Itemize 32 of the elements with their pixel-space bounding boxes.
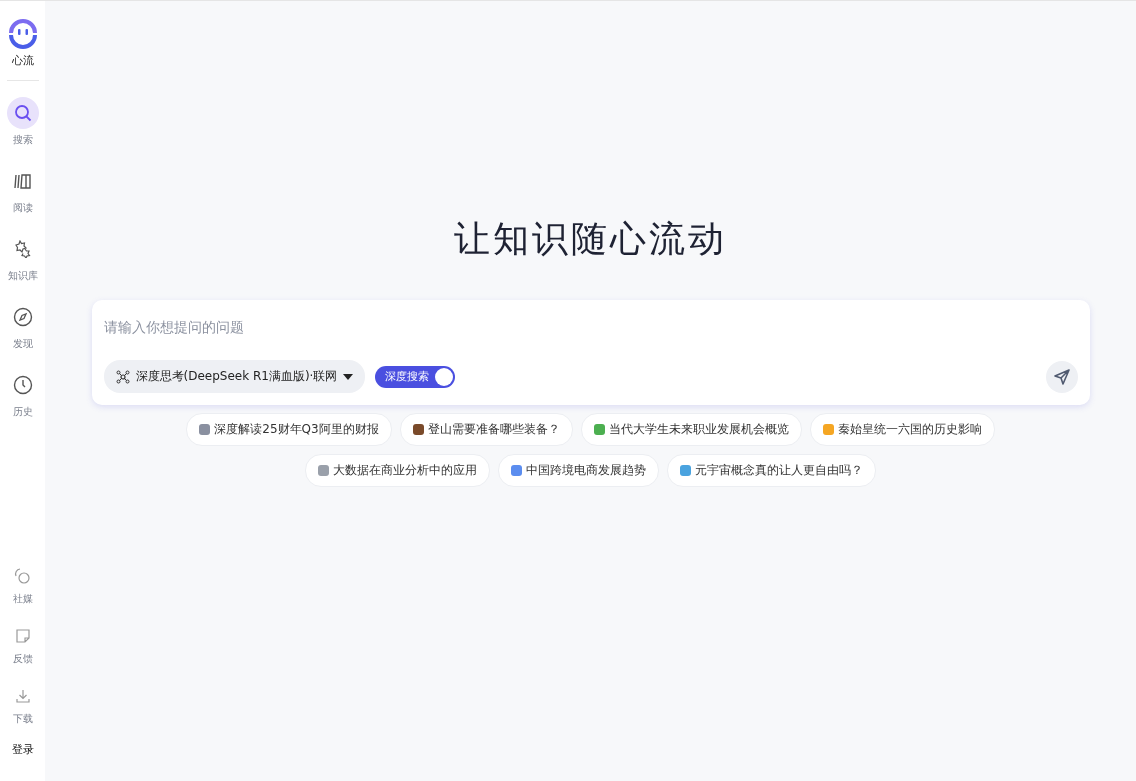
model-selector[interactable]: 深度思考(DeepSeek R1满血版)·联网 <box>103 360 366 393</box>
chat-bubbles-icon <box>13 567 32 585</box>
sidebar-item[interactable]: 历史 <box>6 367 39 421</box>
suggestion-chip[interactable]: 中国跨境电商发展趋势 <box>498 454 659 487</box>
gear-cluster-icon <box>13 240 32 258</box>
clock-icon <box>12 375 33 395</box>
logo-icon <box>6 17 39 49</box>
suggestion-chip[interactable]: 深度解读25财年Q3阿里的财报 <box>186 413 392 446</box>
suggestion-chip[interactable]: 秦始皇统一六国的历史影响 <box>809 413 995 446</box>
login-button[interactable]: 登录 <box>11 742 34 757</box>
suggestion-chip[interactable]: 大数据在商业分析中的应用 <box>305 454 490 487</box>
sidebar-item[interactable]: 反馈 <box>6 622 39 668</box>
suggestion-chip[interactable]: 当代大学生未来职业发展机会概览 <box>580 413 802 446</box>
note-icon <box>13 627 32 645</box>
sidebar-item[interactable]: 阅读 <box>6 163 39 217</box>
nodes-icon <box>115 369 130 384</box>
sidebar-item[interactable]: 社媒 <box>6 562 39 608</box>
brand-name: 心流 <box>11 53 34 68</box>
download-icon <box>13 687 32 705</box>
suggestion-chip[interactable]: 元宇宙概念真的让人更自由吗？ <box>667 454 876 487</box>
sidebar-item[interactable]: 下载 <box>6 682 39 728</box>
books-icon <box>13 172 32 190</box>
deep-search-toggle[interactable]: 深度搜索 <box>375 365 456 388</box>
caret-icon <box>343 372 354 381</box>
search-icon <box>13 104 32 122</box>
headline: 让知识随心流动 <box>454 217 727 261</box>
send-icon <box>1053 368 1070 385</box>
compass-icon <box>12 307 33 327</box>
send-button[interactable] <box>1045 360 1078 393</box>
sidebar-item[interactable]: 发现 <box>6 299 39 353</box>
sidebar-item[interactable]: 知识库 <box>6 231 39 285</box>
suggestion-chip[interactable]: 登山需要准备哪些装备？ <box>399 413 573 446</box>
